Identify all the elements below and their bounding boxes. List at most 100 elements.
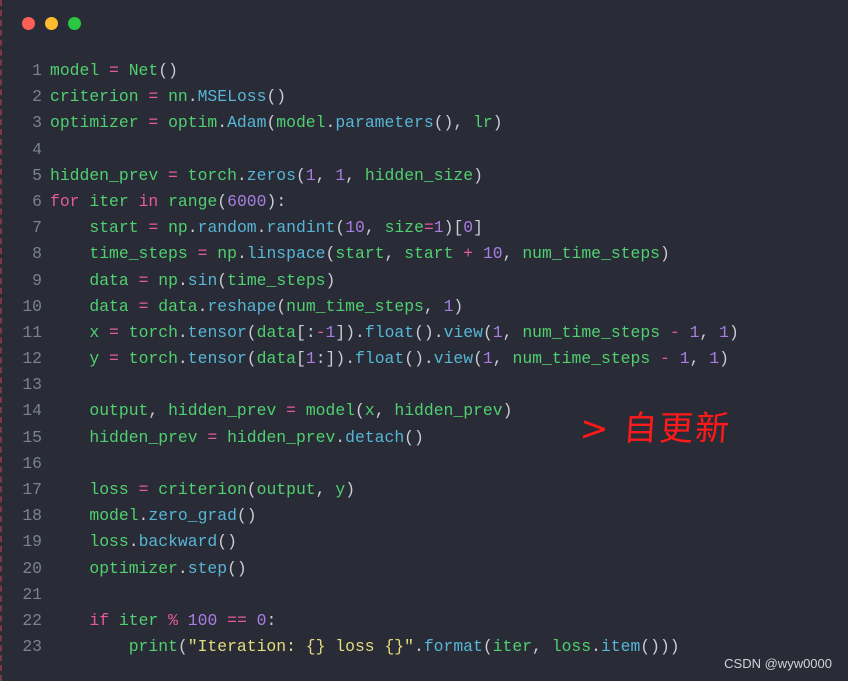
token-pun: [: bbox=[296, 322, 316, 342]
token-fn: item bbox=[600, 637, 641, 657]
line-number: 6 bbox=[32, 191, 42, 211]
token-pun: ( bbox=[177, 637, 188, 657]
token-id: size bbox=[384, 218, 424, 238]
token-fn: float bbox=[364, 322, 415, 342]
line-number: 18 bbox=[22, 506, 42, 526]
token-pun bbox=[217, 611, 227, 630]
token-pun bbox=[158, 611, 168, 630]
token-pun: ( bbox=[266, 113, 277, 133]
token-pun: , bbox=[502, 322, 523, 342]
line-source: hidden_prev = torch.zeros(1, 1, hidden_s… bbox=[50, 163, 483, 189]
token-id: np bbox=[168, 218, 188, 238]
token-pun bbox=[139, 113, 149, 132]
token-id: torch bbox=[187, 165, 237, 185]
token-str: "Iteration: {} loss {}" bbox=[187, 637, 414, 657]
token-pun bbox=[109, 611, 119, 630]
token-pun: . bbox=[177, 322, 188, 342]
token-pun bbox=[158, 166, 168, 185]
token-num: 1 bbox=[689, 322, 700, 342]
token-op: = bbox=[138, 270, 149, 290]
code-line: 9 data = np.sin(time_steps) bbox=[2, 268, 848, 294]
token-pun bbox=[50, 401, 89, 420]
token-id: start bbox=[89, 218, 139, 238]
token-pun: ) bbox=[660, 244, 670, 264]
token-pun bbox=[198, 428, 208, 447]
token-pun: ): bbox=[266, 191, 287, 211]
token-id: lr bbox=[473, 113, 493, 133]
token-id: start bbox=[335, 244, 385, 264]
minimize-dot-icon bbox=[45, 17, 58, 30]
token-num: 1 bbox=[679, 349, 690, 369]
line-number: 12 bbox=[22, 349, 42, 369]
token-pun: . bbox=[413, 637, 424, 657]
token-fn: detach bbox=[345, 427, 405, 447]
token-num: 10 bbox=[482, 244, 503, 264]
token-pun: , bbox=[423, 296, 444, 316]
token-id: torch bbox=[128, 322, 178, 342]
code-window: 1 model = Net() 2 criterion = nn.MSELoss() 3… bbox=[0, 0, 848, 681]
line-number: 11 bbox=[22, 322, 42, 342]
token-num: 1 bbox=[335, 165, 346, 185]
token-pun: , bbox=[689, 349, 710, 369]
token-id: criterion bbox=[50, 87, 139, 107]
line-number: 9 bbox=[32, 270, 42, 290]
token-id: hidden_size bbox=[364, 165, 474, 185]
code-line: 12 y = torch.tensor(data[1:]).float().vi… bbox=[2, 346, 848, 372]
token-pun bbox=[50, 271, 89, 290]
code-line: 4 bbox=[2, 137, 848, 163]
token-pun bbox=[660, 323, 670, 342]
line-number: 2 bbox=[32, 87, 42, 107]
maximize-dot-icon bbox=[68, 17, 81, 30]
line-source: if iter % 100 == 0: bbox=[50, 608, 276, 634]
token-pun bbox=[296, 401, 306, 420]
token-num: 0 bbox=[463, 218, 474, 238]
token-pun: ( bbox=[473, 349, 483, 369]
token-id: print bbox=[128, 637, 178, 657]
code-line: 10 data = data.reshape(num_time_steps, 1… bbox=[2, 294, 848, 320]
line-number: 10 bbox=[22, 296, 42, 316]
line-source: start = np.random.randint(10, size=1)[0] bbox=[50, 215, 483, 241]
token-pun: ) bbox=[492, 113, 503, 133]
code-block: 1 model = Net() 2 criterion = nn.MSELoss() 3… bbox=[2, 58, 848, 660]
token-pun: . bbox=[217, 113, 228, 133]
handwritten-annotation: > 自更新 bbox=[578, 409, 733, 449]
token-pun: ( bbox=[246, 349, 257, 369]
token-num: 1 bbox=[443, 296, 454, 316]
line-source: data = data.reshape(num_time_steps, 1) bbox=[50, 294, 463, 320]
token-id: iter bbox=[89, 191, 129, 211]
token-kw: if bbox=[89, 610, 110, 630]
token-pun bbox=[50, 506, 89, 525]
token-pun: . bbox=[335, 427, 346, 447]
token-pun bbox=[650, 349, 660, 368]
token-pun: . bbox=[177, 558, 188, 578]
token-fn: reshape bbox=[207, 296, 277, 316]
token-pun bbox=[99, 61, 109, 80]
token-id: num_time_steps bbox=[512, 349, 651, 369]
token-pun: ) bbox=[502, 401, 513, 421]
line-source: criterion = nn.MSELoss() bbox=[50, 84, 286, 110]
line-number: 15 bbox=[22, 427, 42, 447]
token-pun: ( bbox=[276, 296, 287, 316]
token-pun bbox=[119, 323, 129, 342]
code-line: 23 print("Iteration: {} loss {}".format(… bbox=[2, 634, 848, 660]
token-pun bbox=[217, 428, 227, 447]
token-id: model bbox=[305, 401, 355, 421]
token-pun: ())) bbox=[640, 637, 680, 657]
token-op: - bbox=[315, 322, 326, 342]
token-pun: . bbox=[177, 349, 188, 369]
code-line: 19 loss.backward() bbox=[2, 529, 848, 555]
token-pun: , bbox=[374, 401, 395, 421]
line-source: data = np.sin(time_steps) bbox=[50, 268, 335, 294]
token-id: hidden_prev bbox=[227, 427, 336, 447]
token-id: np bbox=[217, 244, 237, 264]
token-id: optim bbox=[168, 113, 218, 133]
line-number: 22 bbox=[22, 610, 42, 630]
token-pun bbox=[188, 244, 198, 263]
line-source: x = torch.tensor(data[:-1]).float().view… bbox=[50, 320, 738, 346]
token-pun bbox=[50, 323, 89, 342]
token-num: 1 bbox=[492, 322, 503, 342]
token-pun: (). bbox=[404, 349, 434, 369]
token-id: data bbox=[256, 349, 296, 369]
token-pun: . bbox=[187, 87, 198, 107]
token-pun: ] bbox=[473, 218, 483, 238]
